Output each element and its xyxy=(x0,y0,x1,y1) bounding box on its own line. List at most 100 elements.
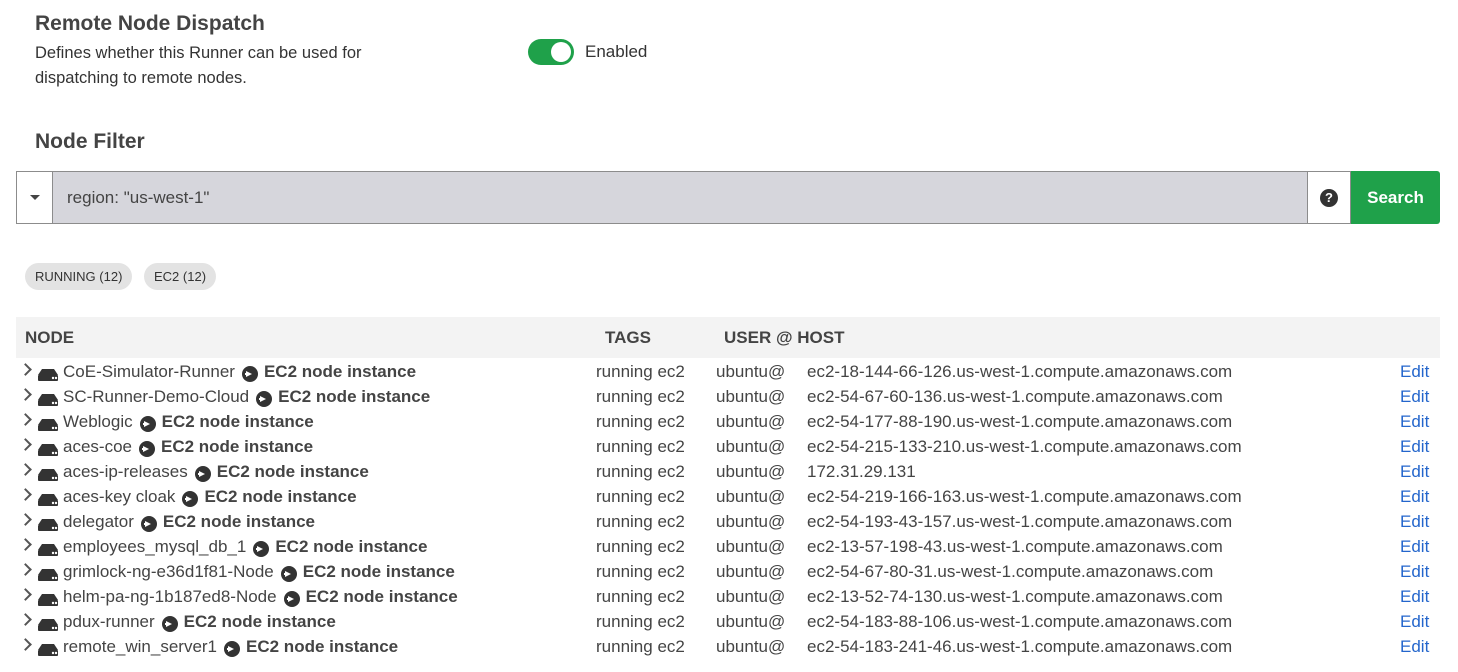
table-header: NODE TAGS USER @ HOST xyxy=(16,317,1440,358)
table-row: Weblogic EC2 node instance running ec2 ubun… xyxy=(16,409,1440,434)
node-name-text: helm-pa-ng-1b187ed8-Node xyxy=(63,587,277,606)
tag-ec2[interactable]: ec2 xyxy=(657,537,684,556)
tag-ec2[interactable]: ec2 xyxy=(657,512,684,531)
node-name[interactable]: Weblogic EC2 node instance xyxy=(63,412,314,432)
node-name[interactable]: aces-coe EC2 node instance xyxy=(63,437,313,457)
edit-link[interactable]: Edit xyxy=(1400,412,1429,432)
edit-link[interactable]: Edit xyxy=(1400,437,1429,457)
node-host: ec2-54-67-60-136.us-west-1.compute.amazo… xyxy=(807,387,1223,406)
filter-dropdown-button[interactable] xyxy=(16,171,52,224)
tag-running[interactable]: running xyxy=(596,487,653,506)
node-user: ubuntu@ xyxy=(716,462,786,481)
server-icon xyxy=(38,416,58,436)
chevron-right-icon[interactable] xyxy=(19,563,32,576)
node-name[interactable]: CoE-Simulator-Runner EC2 node instance xyxy=(63,362,416,382)
tag-ec2[interactable]: ec2 xyxy=(657,362,684,381)
node-name[interactable]: aces-ip-releases EC2 node instance xyxy=(63,462,369,482)
server-icon xyxy=(38,516,58,536)
table-row: CoE-Simulator-Runner EC2 node instance run… xyxy=(16,359,1440,384)
tag-running[interactable]: running xyxy=(596,562,653,581)
node-name-text: employees_mysql_db_1 xyxy=(63,537,247,556)
arrow-circle-right-icon xyxy=(253,541,270,557)
edit-link[interactable]: Edit xyxy=(1400,487,1429,507)
chevron-right-icon[interactable] xyxy=(19,538,32,551)
toggle-knob xyxy=(551,42,571,62)
tag-ec2[interactable]: ec2 xyxy=(657,487,684,506)
node-name-text: Weblogic xyxy=(63,412,133,431)
edit-link[interactable]: Edit xyxy=(1400,537,1429,557)
chevron-right-icon[interactable] xyxy=(19,438,32,451)
node-host: ec2-18-144-66-126.us-west-1.compute.amaz… xyxy=(807,362,1233,381)
tag-running[interactable]: running xyxy=(596,387,653,406)
node-tags: running ec2 xyxy=(596,487,685,507)
edit-link[interactable]: Edit xyxy=(1400,562,1429,582)
edit-link[interactable]: Edit xyxy=(1400,362,1429,382)
arrow-circle-right-icon xyxy=(256,391,273,407)
tag-ec2[interactable]: ec2 xyxy=(657,637,684,656)
edit-link[interactable]: Edit xyxy=(1400,612,1429,632)
chevron-right-icon[interactable] xyxy=(19,413,32,426)
tag-ec2[interactable]: ec2 xyxy=(657,562,684,581)
node-name[interactable]: grimlock-ng-e36d1f81-Node EC2 node instan… xyxy=(63,562,455,582)
node-name[interactable]: SC-Runner-Demo-Cloud EC2 node instance xyxy=(63,387,430,407)
search-button[interactable]: Search xyxy=(1351,171,1440,224)
tag-running[interactable]: running xyxy=(596,362,653,381)
chevron-right-icon[interactable] xyxy=(19,463,32,476)
node-name[interactable]: aces-key cloak EC2 node instance xyxy=(63,487,357,507)
filter-input[interactable] xyxy=(52,171,1308,224)
tag-ec2[interactable]: ec2 xyxy=(657,587,684,606)
chevron-right-icon[interactable] xyxy=(19,488,32,501)
table-row: employees_mysql_db_1 EC2 node instance run… xyxy=(16,534,1440,559)
node-user: ubuntu@ xyxy=(716,387,786,406)
node-user: ubuntu@ xyxy=(716,562,786,581)
chevron-right-icon[interactable] xyxy=(19,588,32,601)
edit-link[interactable]: Edit xyxy=(1400,512,1429,532)
chevron-right-icon[interactable] xyxy=(19,613,32,626)
tag-running[interactable]: running xyxy=(596,437,653,456)
edit-link[interactable]: Edit xyxy=(1400,462,1429,482)
node-name[interactable]: remote_win_server1 EC2 node instance xyxy=(63,637,398,657)
node-tags: running ec2 xyxy=(596,562,685,582)
tag-ec2[interactable]: ec2 xyxy=(657,412,684,431)
edit-link[interactable]: Edit xyxy=(1400,387,1429,407)
filter-help-button[interactable]: ? xyxy=(1308,171,1351,224)
chevron-right-icon[interactable] xyxy=(19,363,32,376)
tag-running[interactable]: running xyxy=(596,512,653,531)
chip-ec2[interactable]: EC2 (12) xyxy=(144,263,217,290)
edit-link[interactable]: Edit xyxy=(1400,637,1429,657)
tag-running[interactable]: running xyxy=(596,412,653,431)
tag-running[interactable]: running xyxy=(596,462,653,481)
tag-running[interactable]: running xyxy=(596,587,653,606)
node-host: ec2-54-177-88-190.us-west-1.compute.amaz… xyxy=(807,412,1233,431)
node-name[interactable]: pdux-runner EC2 node instance xyxy=(63,612,336,632)
chip-running[interactable]: RUNNING (12) xyxy=(25,263,133,290)
tag-running[interactable]: running xyxy=(596,637,653,656)
node-host: 172.31.29.131 xyxy=(807,462,916,481)
dispatch-toggle[interactable] xyxy=(528,39,574,65)
node-tags: running ec2 xyxy=(596,362,685,382)
server-icon xyxy=(38,466,58,486)
tag-ec2[interactable]: ec2 xyxy=(657,612,684,631)
node-name[interactable]: employees_mysql_db_1 EC2 node instance xyxy=(63,537,427,557)
node-name-text: SC-Runner-Demo-Cloud xyxy=(63,387,250,406)
table-row: aces-coe EC2 node instance running ec2 ubun… xyxy=(16,434,1440,459)
tag-ec2[interactable]: ec2 xyxy=(657,437,684,456)
tag-ec2[interactable]: ec2 xyxy=(657,462,684,481)
node-name[interactable]: helm-pa-ng-1b187ed8-Node EC2 node instanc… xyxy=(63,587,458,607)
dispatch-description: Defines whether this Runner can be used … xyxy=(35,44,362,87)
question-circle-icon: ? xyxy=(1320,188,1338,207)
chevron-right-icon[interactable] xyxy=(19,513,32,526)
table-row: pdux-runner EC2 node instance running ec2 u… xyxy=(16,609,1440,634)
node-description: EC2 node instance xyxy=(160,437,314,456)
node-name-text: delegator xyxy=(63,512,134,531)
tag-running[interactable]: running xyxy=(596,537,653,556)
tag-ec2[interactable]: ec2 xyxy=(657,387,684,406)
edit-link[interactable]: Edit xyxy=(1400,587,1429,607)
node-tags: running ec2 xyxy=(596,387,685,407)
tag-running[interactable]: running xyxy=(596,612,653,631)
chevron-right-icon[interactable] xyxy=(19,388,32,401)
node-user: ubuntu@ xyxy=(716,362,786,381)
node-host: ec2-54-183-88-106.us-west-1.compute.amaz… xyxy=(807,612,1233,631)
node-name[interactable]: delegator EC2 node instance xyxy=(63,512,315,532)
chevron-right-icon[interactable] xyxy=(19,638,32,651)
